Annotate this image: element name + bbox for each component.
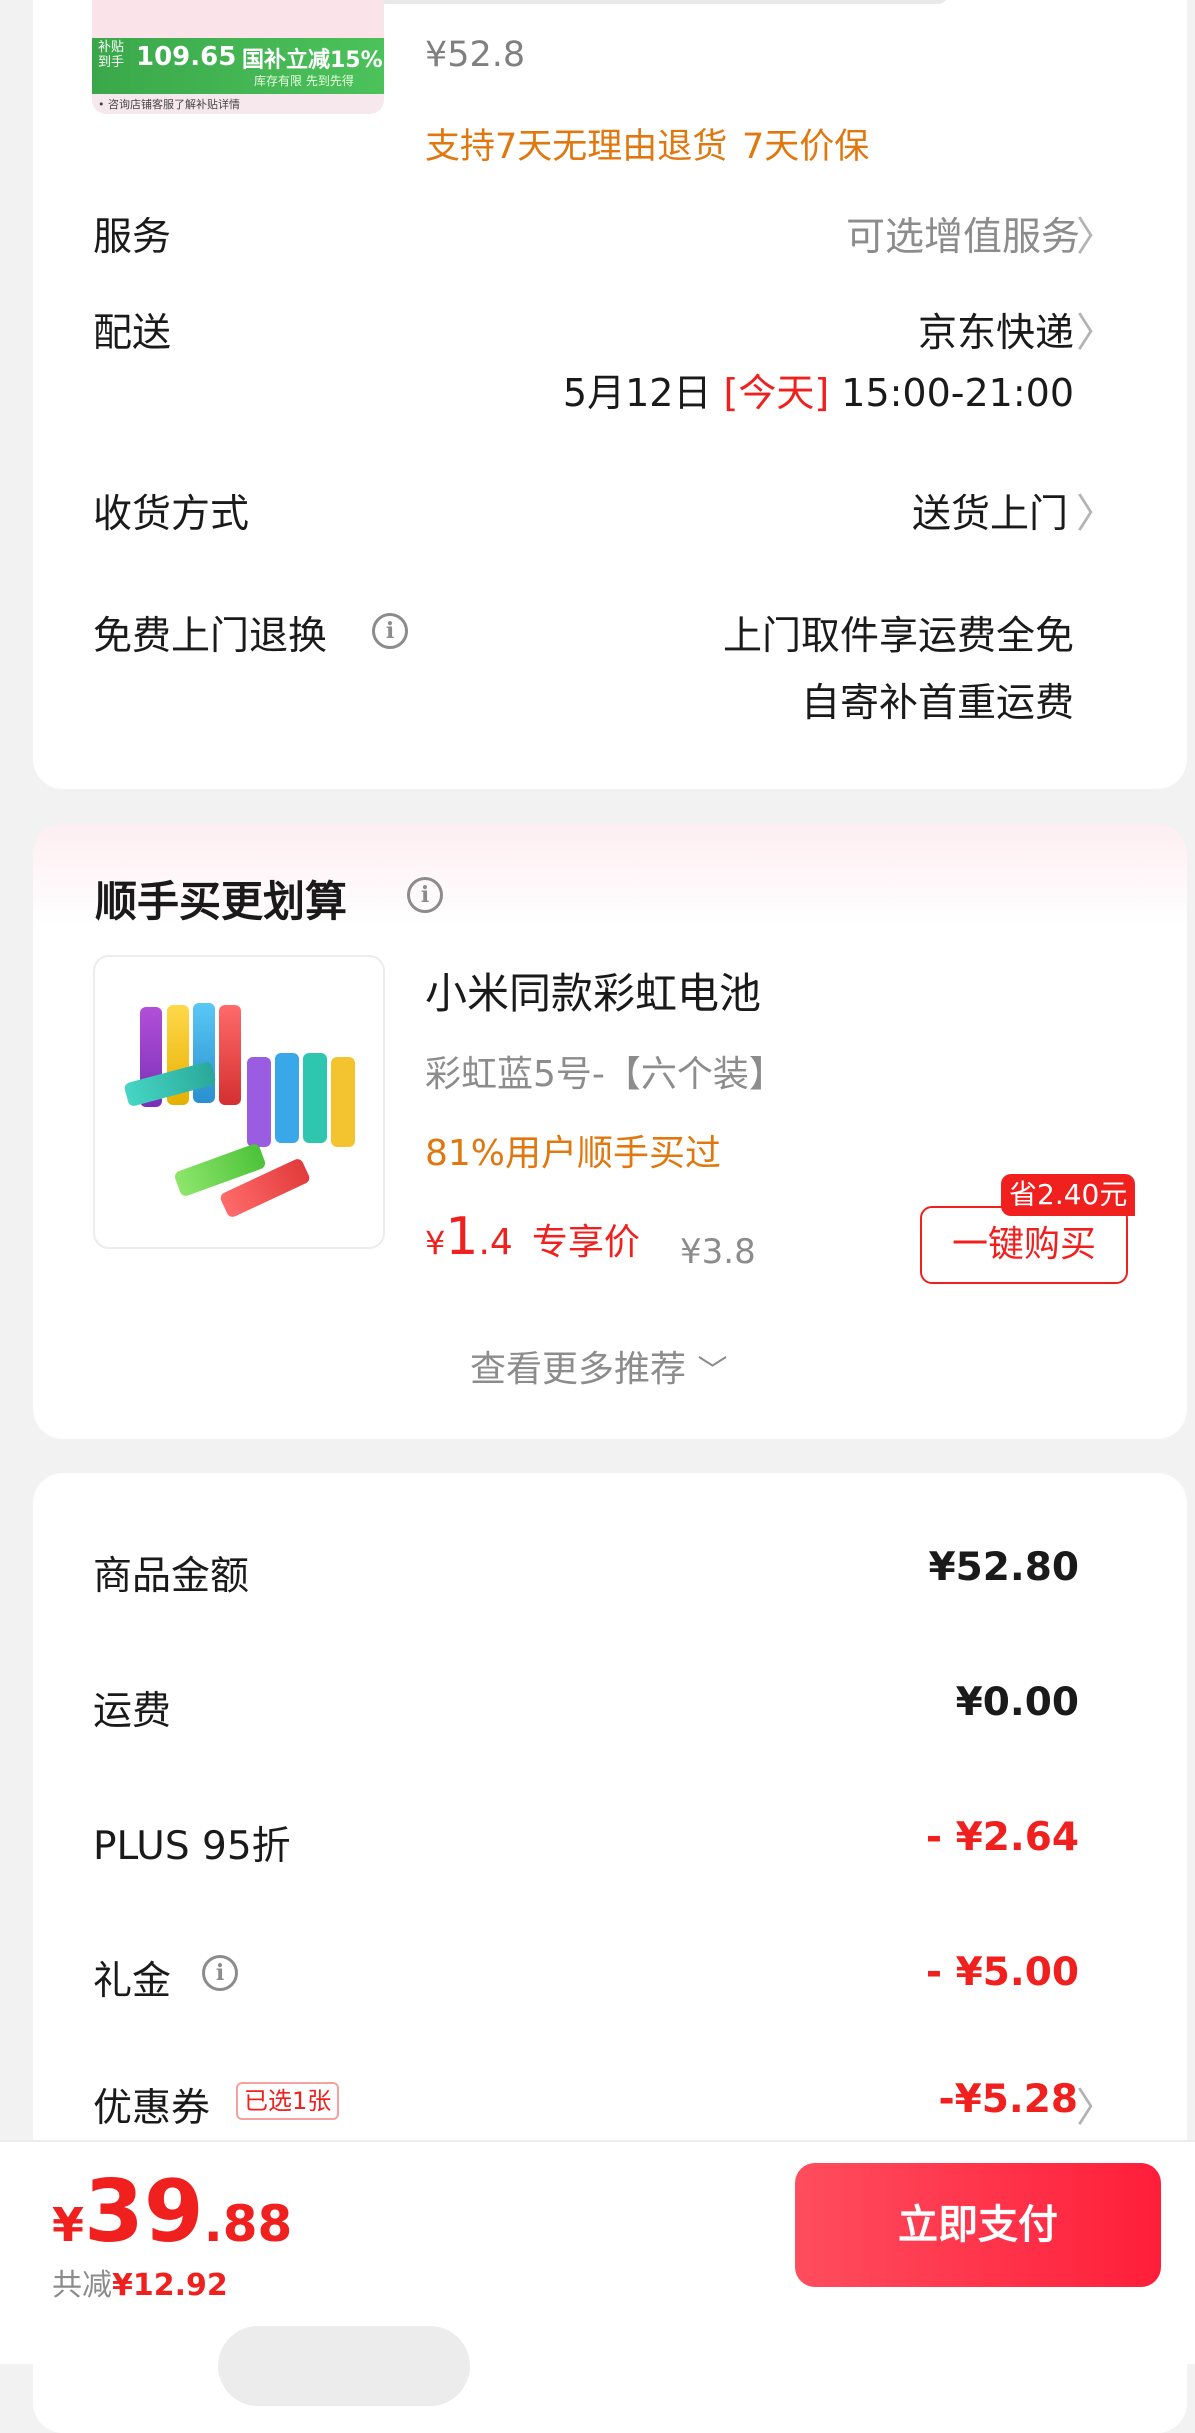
addon-price-dec: .4 bbox=[478, 1222, 513, 1263]
receive-label: 收货方式 bbox=[93, 492, 250, 537]
battery-purple-2 bbox=[247, 1057, 271, 1147]
delivery-time-line: 5月12日 [今天] 15:00-21:00 bbox=[563, 362, 1074, 417]
free-return-label: 免费上门退换 bbox=[93, 614, 328, 659]
total-dec: .88 bbox=[203, 2195, 293, 2253]
gift-label: 礼金 bbox=[93, 1959, 172, 2004]
one-click-buy-button[interactable]: 一键购买 bbox=[920, 1206, 1128, 1284]
addon-product-image[interactable] bbox=[93, 955, 385, 1249]
delivery-today: [今天] bbox=[723, 371, 830, 415]
coupon-label: 优惠券 bbox=[93, 2086, 211, 2131]
battery-teal-2 bbox=[303, 1053, 327, 1143]
more-label: 查看更多推荐 bbox=[470, 1349, 687, 1390]
addon-price: ¥1.4 专享价 bbox=[425, 1207, 640, 1267]
delivery-date: 5月12日 bbox=[562, 371, 712, 415]
checkout-bar: ¥39.88 共减¥12.92 立即支付 bbox=[0, 2140, 1195, 2406]
pay-now-button[interactable]: 立即支付 bbox=[795, 2163, 1161, 2287]
chevron-right-icon: 〉 bbox=[1076, 214, 1116, 260]
plus-discount-label: PLUS 95折 bbox=[93, 1824, 291, 1869]
battery-blue-2 bbox=[275, 1053, 299, 1143]
price-protect: 7天价保 bbox=[742, 127, 870, 167]
coupon-value: -¥5.28 bbox=[938, 2077, 1078, 2122]
items-amount-label: 商品金额 bbox=[93, 1554, 250, 1599]
saved-label: 共减 bbox=[52, 2268, 112, 2303]
addon-currency: ¥ bbox=[425, 1224, 446, 1262]
product-thumbnail[interactable]: 补贴 到手 109.65 国补立减15% 库存有限 先到先得 • 咨询店铺客服了… bbox=[92, 0, 384, 114]
chevron-right-icon: 〉 bbox=[1076, 310, 1116, 356]
delivery-value: 京东快递 bbox=[917, 311, 1074, 356]
banner-subsidy-price: 109.65 bbox=[136, 42, 237, 72]
coupon-badge: 已选1张 bbox=[236, 2082, 340, 2120]
freight-label: 运费 bbox=[93, 1689, 172, 1734]
service-value: 可选增值服务 bbox=[845, 215, 1080, 260]
free-return-value-2: 自寄补首重运费 bbox=[800, 681, 1074, 726]
saved-line: 共减¥12.92 bbox=[52, 2260, 228, 2304]
receive-value: 送货上门 bbox=[911, 492, 1068, 537]
addon-orig-price: ¥3.8 bbox=[680, 1232, 756, 1272]
banner-subsidy-label: 补贴 到手 bbox=[98, 40, 125, 70]
addon-price-int: 1 bbox=[445, 1207, 479, 1267]
delivery-row[interactable]: 京东快递 〉 5月12日 [今天] 15:00-21:00 bbox=[500, 296, 1130, 416]
banner-stripe bbox=[92, 0, 384, 38]
total-price: ¥39.88 bbox=[52, 2162, 292, 2262]
banner-gov-label: 国补立减15% bbox=[242, 48, 383, 73]
home-indicator-pill bbox=[218, 2326, 470, 2406]
banner-gov-sub: 库存有限 先到先得 bbox=[254, 74, 354, 88]
freight-value: ¥0.00 bbox=[955, 1680, 1079, 1725]
battery-yellow-2 bbox=[331, 1057, 355, 1147]
items-amount-value: ¥52.80 bbox=[928, 1545, 1080, 1590]
delivery-time: 15:00-21:00 bbox=[841, 371, 1074, 415]
service-row[interactable]: 可选增值服务 〉 bbox=[760, 200, 1130, 260]
addon-spec[interactable]: 彩虹蓝5号-【六个装】 bbox=[425, 1045, 785, 1097]
saved-value: ¥12.92 bbox=[112, 2268, 228, 2303]
total-currency: ¥ bbox=[52, 2198, 85, 2252]
receive-row[interactable]: 送货上门 〉 bbox=[800, 477, 1130, 537]
info-icon[interactable]: i bbox=[202, 1955, 238, 1991]
service-label: 服务 bbox=[93, 215, 172, 260]
info-icon[interactable]: i bbox=[372, 613, 408, 649]
delivery-label: 配送 bbox=[93, 311, 172, 356]
coupon-row[interactable]: -¥5.28 〉 bbox=[900, 2070, 1130, 2131]
addon-product-name[interactable]: 小米同款彩虹电池 bbox=[425, 960, 761, 1021]
total-int: 39 bbox=[84, 2162, 204, 2262]
plus-discount-value: - ¥2.64 bbox=[925, 1815, 1079, 1860]
product-price: ¥52.8 bbox=[425, 35, 526, 75]
banner-note: • 咨询店铺客服了解补贴详情 bbox=[98, 98, 240, 111]
chevron-down-icon: ﹀ bbox=[697, 1354, 728, 1389]
free-return-value-1: 上门取件享运费全免 bbox=[722, 614, 1074, 659]
addon-price-tag: 专享价 bbox=[531, 1222, 640, 1263]
return-policy: 支持7天无理由退货 bbox=[425, 127, 728, 167]
info-icon[interactable]: i bbox=[407, 877, 443, 913]
addon-bought: 81%用户顺手买过 bbox=[425, 1133, 722, 1174]
gift-value: - ¥5.00 bbox=[925, 1950, 1079, 1995]
addon-title: 顺手买更划算 bbox=[95, 877, 348, 926]
battery-red bbox=[219, 1005, 241, 1105]
chevron-right-icon: 〉 bbox=[1076, 491, 1116, 537]
chevron-right-icon: 〉 bbox=[1076, 2085, 1116, 2131]
more-recommendations-link[interactable]: 查看更多推荐 ﹀ bbox=[470, 1340, 727, 1392]
